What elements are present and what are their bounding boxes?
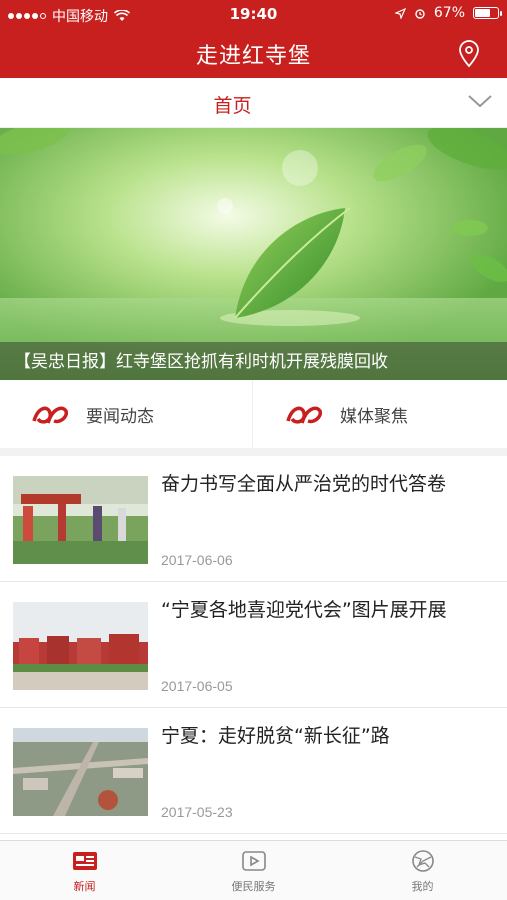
location-arrow-icon [394,7,406,19]
category-news-label: 要闻动态 [86,406,154,427]
newspaper-icon [72,852,97,870]
category-news[interactable]: 要闻动态 [0,380,253,448]
banner-carousel[interactable]: 【吴忠日报】红寺堡区抢抓有利时机开展残膜回收 [0,128,507,380]
status-right: 67% [394,5,502,21]
news-thumbnail [13,476,148,564]
tab-news-label: 新闻 [73,880,96,893]
globe-icon [411,850,434,872]
tab-bar: 新闻 便民服务 我的 [0,840,507,900]
battery-icon [473,7,502,19]
tab-mine-label: 我的 [411,880,434,893]
category-media-label: 媒体聚焦 [340,406,408,427]
location-pin-icon[interactable] [457,40,481,68]
news-list-item[interactable]: 奋力书写全面从严治党的时代答卷 2017-06-06 [0,456,507,582]
news-thumbnail [13,728,148,816]
news-list-item[interactable]: “宁夏各地喜迎党代会”图片展开展 2017-06-05 [0,582,507,708]
news-title[interactable]: 宁夏：走好脱贫“新长征”路 [161,722,501,750]
page-title: 走进红寺堡 [195,44,311,69]
news-title[interactable]: “宁夏各地喜迎党代会”图片展开展 [161,596,501,624]
news-list-item[interactable]: 宁夏：走好脱贫“新长征”路 2017-05-23 [0,708,507,834]
top-bar: 中国移动 19:40 67% 走进红寺堡 [0,0,507,78]
alarm-icon [415,9,425,19]
channel-title[interactable]: 首页 [0,91,465,118]
channel-bar[interactable]: 首页 [0,78,507,128]
media-category-icon [286,406,323,424]
tab-services[interactable]: 便民服务 [169,841,338,900]
status-bar: 中国移动 19:40 67% [0,0,507,28]
category-media[interactable]: 媒体聚焦 [254,380,507,448]
tab-mine[interactable]: 我的 [338,841,507,900]
play-icon [241,851,266,871]
news-date: 2017-05-23 [161,804,233,820]
news-date: 2017-06-05 [161,678,233,694]
news-title[interactable]: 奋力书写全面从严治党的时代答卷 [161,470,501,498]
category-row: 要闻动态 媒体聚焦 [0,380,507,456]
news-category-icon [32,406,69,424]
nav-bar: 走进红寺堡 [0,28,507,78]
banner-caption[interactable]: 【吴忠日报】红寺堡区抢抓有利时机开展残膜回收 [14,347,388,372]
battery-percent: 67% [433,5,465,21]
tab-services-label: 便民服务 [231,880,276,893]
news-date: 2017-06-06 [161,552,233,568]
tab-news[interactable]: 新闻 [0,841,169,900]
news-thumbnail [13,602,148,690]
chevron-down-icon[interactable] [467,92,493,110]
